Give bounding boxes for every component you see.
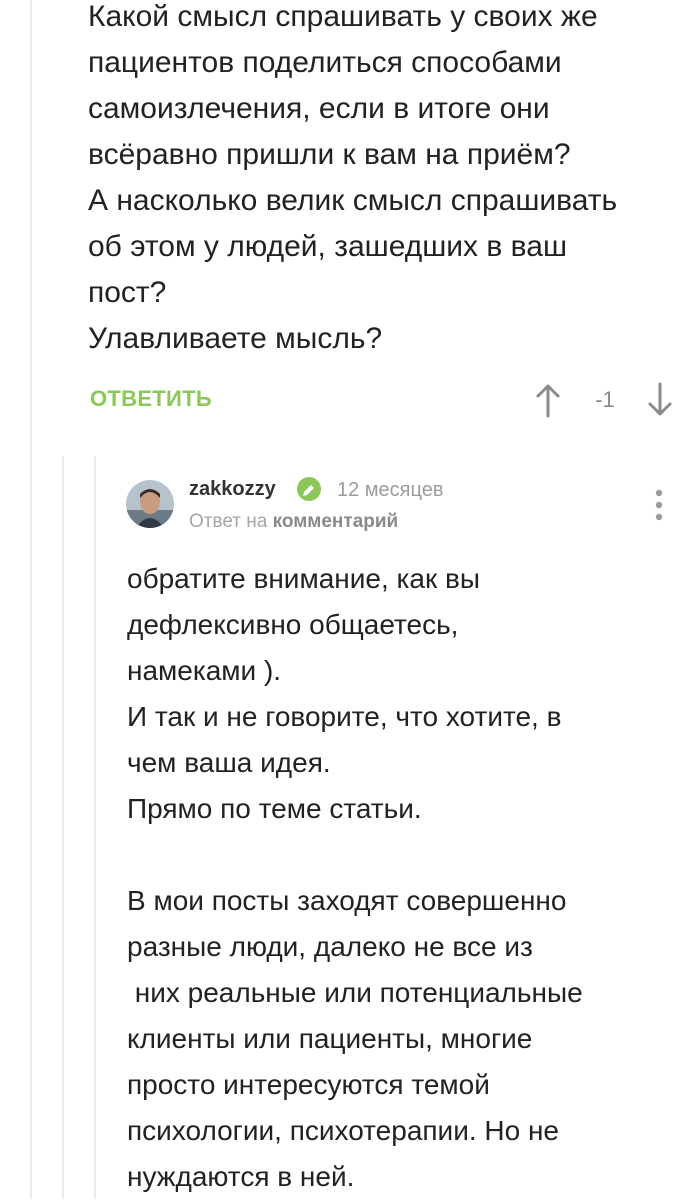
comment-line: дефлексивно общаетесь, xyxy=(127,609,459,640)
comment-line: психологии, психотерапии. Но не xyxy=(127,1115,560,1146)
comment-line-blank xyxy=(127,832,687,878)
comment-line: самоизлечения, если в итоге они xyxy=(88,92,550,125)
comment-header: zakkozzy 12 месяцев Ответ на комментарий xyxy=(126,476,686,538)
avatar[interactable] xyxy=(126,480,174,528)
comment-line: нуждаются в ней. xyxy=(127,1161,355,1192)
comment-line: обратите внимание, как вы xyxy=(127,563,480,594)
thread-line xyxy=(62,456,64,1199)
comment-line: И так и не говорите, что хотите, в xyxy=(127,701,562,732)
more-vertical-icon[interactable] xyxy=(650,488,668,522)
comment-line: пост? xyxy=(88,276,167,309)
comment-line: об этом у людей, зашедших в ваш xyxy=(88,230,568,263)
arrow-up-icon[interactable] xyxy=(534,380,562,420)
reply-button[interactable]: ОТВЕТИТЬ xyxy=(90,386,212,412)
comment-line: разные люди, далеко не все из xyxy=(127,931,533,962)
comment-line: чем ваша идея. xyxy=(127,747,331,778)
comment-actions: ОТВЕТИТЬ -1 xyxy=(90,380,680,420)
reply-to-info: Ответ на комментарий xyxy=(189,511,398,533)
comment-line: Улавливаете мысль? xyxy=(88,322,383,355)
comment-line: Какой смысл спрашивать у своих же xyxy=(88,0,598,33)
reply-to-prefix: Ответ на xyxy=(189,511,268,532)
comment-line: всёравно пришли к вам на приём? xyxy=(88,138,571,171)
comment-line: пациентов поделиться способами xyxy=(88,46,562,79)
comment-line: Прямо по теме статьи. xyxy=(127,793,422,824)
reply-to-link[interactable]: комментарий xyxy=(273,511,399,532)
comment-line: клиенты или пациенты, многие xyxy=(127,1023,533,1054)
comment-line: них реальные или потенциальные xyxy=(127,977,583,1008)
reply-comment-text: обратите внимание, как вы дефлексивно об… xyxy=(127,556,687,1200)
thread-line xyxy=(30,0,32,1199)
verified-check-icon[interactable] xyxy=(296,476,322,502)
thread-line xyxy=(94,456,96,1199)
comment-line: просто интересуются темой xyxy=(127,1069,490,1100)
username[interactable]: zakkozzy xyxy=(189,478,276,501)
comment-line: намеками ). xyxy=(127,655,282,686)
comment-time: 12 месяцев xyxy=(337,479,444,501)
rating-count: -1 xyxy=(595,387,615,412)
comment-line: А насколько велик смысл спрашивать xyxy=(88,184,618,217)
parent-comment-text: Какой смысл спрашивать у своих же пациен… xyxy=(88,0,688,362)
arrow-down-icon[interactable] xyxy=(646,380,674,420)
comment-line: В мои посты заходят совершенно xyxy=(127,885,567,916)
